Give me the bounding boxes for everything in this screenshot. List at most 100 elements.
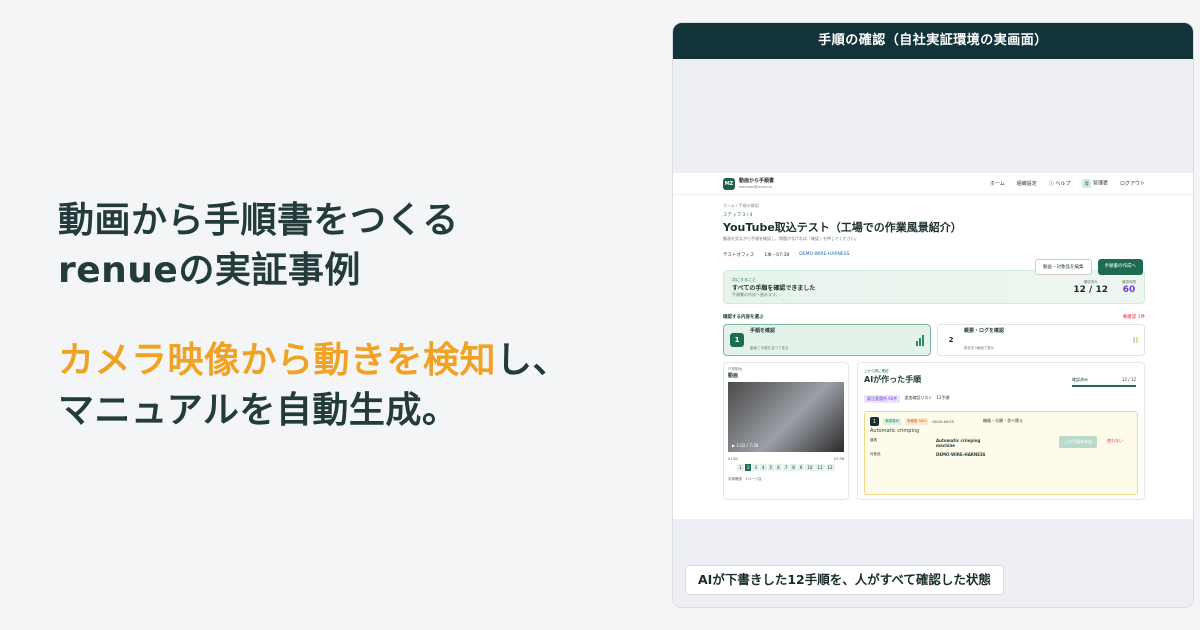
- app-content: ホーム / 手順の確認 ステップ 3 / 4 YouTube取込テスト（工場での…: [673, 195, 1193, 500]
- choice1-title: 手順を確認: [750, 328, 776, 334]
- hero-sub-rest: し、: [496, 340, 570, 381]
- app-screenshot: MZ 動画から手順書 manuals@renue.ai ホーム 組織設定 ⓘ ヘ…: [673, 173, 1193, 519]
- step-indicator: ステップ 3 / 4: [723, 213, 753, 218]
- app-brand: 動画から手順書 manuals@renue.ai: [739, 178, 774, 190]
- step-card: 1 承認済み 信頼度 58% 00:20-00:55 Automatic cri…: [864, 411, 1138, 495]
- app-topbar: MZ 動画から手順書 manuals@renue.ai ホーム 組織設定 ⓘ ヘ…: [673, 173, 1193, 195]
- video-footer: 手順確認 1ページ目: [728, 477, 762, 481]
- nav-user-label: 管理者: [1092, 180, 1108, 187]
- detail-tool-value: Automatic crimping machine: [936, 438, 981, 448]
- step-chip[interactable]: 7: [782, 464, 790, 471]
- choice-review-steps[interactable]: 1 手順を確認 動画と手順を並べて見る: [723, 324, 931, 356]
- nav-user[interactable]: 管 管理者: [1082, 179, 1108, 188]
- meta-row: テストオフィス 1本・07:38 DEMO-WIRE-HARNESS: [723, 252, 1145, 258]
- detail-product-key: 対象品: [870, 452, 881, 456]
- step-chip[interactable]: 1: [737, 464, 744, 471]
- step-chips: 1 2 3 4 5 6 7 8 9 10 11 12: [728, 464, 844, 471]
- meta-office: テストオフィス: [723, 253, 755, 258]
- step-time: 00:20-00:55: [932, 419, 954, 424]
- ai-progress-value: 12 / 12: [1121, 377, 1136, 382]
- video-title: 動画: [728, 373, 739, 379]
- timeline-times: 01:02 07:38: [728, 457, 844, 461]
- nav-org-settings[interactable]: 組織設定: [1017, 180, 1037, 187]
- step-name: Automatic crimping: [870, 428, 920, 434]
- hero-subtitle: カメラ映像から動きを検知し、 マニュアルを自動生成。: [58, 336, 658, 436]
- screenshot-panel: 手順の確認（自社実証環境の実画面） MZ 動画から手順書 manuals@ren…: [672, 22, 1194, 608]
- ai-progress-label: 確認済み: [1072, 377, 1088, 382]
- video-player[interactable]: ▶ 1:02 / 7:38: [728, 382, 844, 452]
- tag-count: 12手順: [936, 395, 950, 400]
- panel-header: 手順の確認（自社実証環境の実画面）: [673, 23, 1193, 59]
- ai-progress-bar: [1072, 385, 1136, 387]
- nav-help[interactable]: ⓘ ヘルプ: [1049, 180, 1071, 187]
- nav-home[interactable]: ホーム: [990, 180, 1005, 187]
- panel-caption: AIが下書きした12手順を、人がすべて確認した状態: [685, 565, 1004, 595]
- stat-confirmed-value: 12 / 12: [1073, 284, 1108, 295]
- step-chip[interactable]: 8: [790, 464, 797, 471]
- page-description: 動画を見ながら手順を確認し、問題がなければ「確認」を押してください。: [723, 236, 859, 241]
- hero-sub-line2: マニュアルを自動生成。: [58, 390, 459, 431]
- completion-banner: 次にすること すべての手順を確認できました 手順書の作成へ進めます。 確認済み …: [723, 270, 1145, 304]
- stat-time: 確認時間 60: [1122, 280, 1136, 295]
- brand-name: 動画から手順書: [739, 177, 775, 184]
- ai-steps-card: 上から順に確認 AIが作った手順 確認済み 12 / 12 要注意箇所 60件 追…: [857, 362, 1145, 500]
- grid-icon: [1133, 337, 1138, 343]
- banner-title: すべての手順を確認できました: [732, 284, 816, 292]
- tag-list[interactable]: 追加確認リスト: [904, 395, 932, 403]
- action-buttons: 動画・対象品を編集 手順書の作成へ: [1035, 259, 1143, 275]
- hero-title-line2: renueの実証事例: [58, 250, 361, 291]
- detail-product-value: DEMO-WIRE-HARNESS: [936, 452, 986, 457]
- meta-video: 1本・07:38: [764, 253, 790, 258]
- hero: 動画から手順書をつくる renueの実証事例 カメラ映像から動きを検知し、 マニ…: [58, 196, 658, 436]
- step-number: 1: [870, 417, 879, 426]
- video-time-label: 1:02 / 7:38: [736, 443, 759, 448]
- choice-number-2: 2: [948, 336, 954, 344]
- step-chip-active[interactable]: 2: [744, 464, 752, 471]
- step-chip[interactable]: 9: [797, 464, 805, 471]
- discard-step-link[interactable]: 使わない: [1107, 438, 1123, 444]
- step-tools-label: 機器・分類・並べ替え: [983, 418, 1023, 423]
- meta-product[interactable]: DEMO-WIRE-HARNESS: [799, 252, 849, 258]
- bar-chart-icon: [916, 334, 924, 346]
- ai-tags: 要注意箇所 60件 追加確認リスト 12手順: [864, 395, 1138, 403]
- select-warning: 要確認 1件: [1122, 315, 1145, 320]
- approve-step-button[interactable]: この手順を承認: [1059, 436, 1097, 448]
- choice2-title: 概要・ログを確認: [964, 328, 1005, 334]
- nav-help-label: ヘルプ: [1055, 181, 1071, 187]
- video-time: ▶ 1:02 / 7:38: [732, 443, 759, 448]
- hero-title-line1: 動画から手順書をつくる: [58, 200, 459, 241]
- step-chip[interactable]: 5: [767, 464, 775, 471]
- ai-progress: 確認済み 12 / 12: [1072, 377, 1136, 387]
- app-logo[interactable]: MZ: [723, 177, 735, 190]
- app-nav: ホーム 組織設定 ⓘ ヘルプ 管 管理者 ログアウト: [990, 179, 1145, 188]
- detail-tool-key: 道具: [870, 438, 877, 442]
- tag-caution[interactable]: 要注意箇所 60件: [864, 395, 901, 403]
- avatar: 管: [1082, 179, 1092, 188]
- breadcrumb[interactable]: ホーム / 手順の確認: [723, 203, 1145, 209]
- hero-title: 動画から手順書をつくる renueの実証事例: [58, 196, 658, 296]
- lower-section: 作業動画 動画 ▶ 1:02 / 7:38 01:02 07:38 1 2 3 …: [723, 362, 1145, 500]
- choice2-sub: 既存を3画面で表示: [964, 346, 995, 350]
- stat-time-label: 確認時間: [1122, 279, 1136, 284]
- step-chip[interactable]: 6: [775, 464, 782, 471]
- time-start: 01:02: [728, 457, 739, 461]
- hero-sub-accent: カメラ映像から動きを検知: [58, 340, 497, 381]
- status-badge: 承認済み: [883, 418, 901, 425]
- step-chip[interactable]: 10: [805, 464, 815, 471]
- choice-number-1: 1: [730, 333, 744, 347]
- confidence-badge: 信頼度 58%: [905, 418, 929, 425]
- brand-sub: manuals@renue.ai: [739, 184, 772, 189]
- step-chip[interactable]: 3: [752, 464, 760, 471]
- step-chip[interactable]: 12: [825, 464, 835, 471]
- nav-logout[interactable]: ログアウト: [1120, 180, 1145, 187]
- step-chip[interactable]: 4: [760, 464, 767, 471]
- edit-video-button[interactable]: 動画・対象品を編集: [1035, 259, 1092, 275]
- create-manual-button[interactable]: 手順書の作成へ: [1097, 259, 1143, 275]
- select-label: 確認する内容を選ぶ: [723, 315, 764, 320]
- stat-time-value: 60: [1122, 284, 1136, 295]
- choice-review-log[interactable]: 2 概要・ログを確認 既存を3画面で表示: [937, 324, 1145, 356]
- select-label-row: 確認する内容を選ぶ 要確認 1件: [723, 314, 1145, 320]
- time-end: 07:38: [833, 457, 844, 461]
- choice1-sub: 動画と手順を並べて見る: [750, 346, 789, 350]
- step-chip[interactable]: 11: [815, 464, 825, 471]
